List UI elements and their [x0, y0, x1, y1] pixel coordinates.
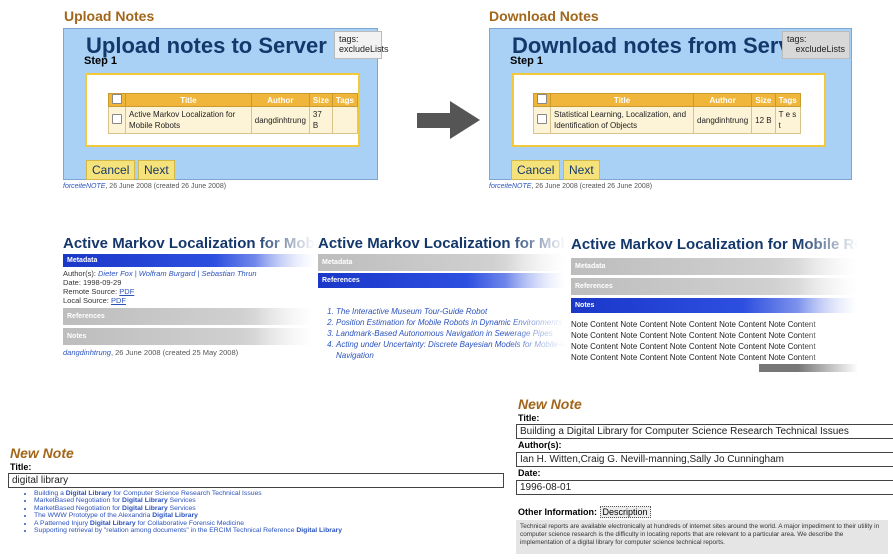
remote-source-label: Remote Source:	[63, 287, 120, 296]
col-tags[interactable]: Tags	[331, 93, 359, 107]
upload-tags-box: tags: excludeLists	[334, 31, 389, 59]
row-title: Active Markov Localization for Mobile Ro…	[125, 106, 252, 134]
row-author: dangdinhtrung	[250, 106, 310, 134]
cancel-button[interactable]: Cancel	[511, 160, 561, 180]
upload-section-title: Upload Notes	[64, 8, 155, 24]
footer-app-link[interactable]: forceiteNOTE	[489, 183, 531, 190]
fade-overlay	[255, 235, 315, 375]
fade-overlay	[798, 236, 858, 373]
col-title[interactable]: Title	[550, 93, 694, 107]
new-note-heading: New Note	[10, 445, 74, 461]
footer-user-link[interactable]: dangdinhtrung	[63, 348, 111, 357]
suggestion-item[interactable]: MarketBased Negotiation for Digital Libr…	[34, 505, 342, 512]
download-step-label: Step 1	[510, 55, 544, 67]
title-input[interactable]: digital library	[8, 473, 504, 488]
col-author[interactable]: Author	[692, 93, 753, 107]
authors-label: Author(s):	[63, 269, 99, 278]
select-all-cell[interactable]	[533, 93, 551, 107]
col-size[interactable]: Size	[751, 93, 776, 107]
paper-panel-metadata: Active Markov Localization for Mobile Ro…	[63, 235, 315, 375]
footer-app-link[interactable]: forceiteNOTE	[63, 183, 105, 190]
remote-pdf-link[interactable]: PDF	[119, 287, 134, 296]
footer-text: , 26 June 2008 (created 26 June 2008)	[531, 183, 653, 190]
other-info-label: Other Information:	[518, 507, 600, 517]
upload-file-table: Title Author Size Tags Active Markov Loc…	[108, 93, 359, 134]
table-row[interactable]: Active Markov Localization for Mobile Ro…	[108, 106, 359, 134]
row-size: 37 B	[308, 106, 333, 134]
tags-label: tags:	[787, 34, 807, 44]
tags-value: excludeLists	[795, 44, 845, 54]
upload-wizard: Upload notes to Server Step 1 tags: excl…	[63, 28, 389, 180]
col-tags[interactable]: Tags	[774, 93, 801, 107]
suggestion-item[interactable]: Supporting retrieval by "relation among …	[34, 527, 342, 534]
select-all-checkbox[interactable]	[537, 94, 547, 104]
row-checkbox[interactable]	[537, 113, 547, 124]
col-size[interactable]: Size	[308, 93, 333, 107]
description-textarea[interactable]: Technical reports are available electron…	[516, 520, 888, 554]
tags-label: tags:	[339, 34, 359, 44]
row-author: dangdinhtrung	[692, 106, 753, 134]
footer-text: , 26 June 2008 (created 25 May 2008)	[110, 348, 239, 357]
download-section-title: Download Notes	[489, 8, 599, 24]
row-size: 12 B	[751, 106, 776, 134]
col-title[interactable]: Title	[125, 93, 252, 107]
fade-overlay	[506, 235, 566, 375]
download-file-panel: Title Author Size Tags Statistical Learn…	[512, 73, 826, 147]
upload-heading: Upload notes to Server	[86, 33, 327, 58]
suggestion-item[interactable]: A Patterned Injury Digital Library for C…	[34, 520, 342, 527]
description-tab[interactable]: Description	[599, 506, 651, 518]
row-checkbox[interactable]	[112, 113, 122, 124]
suggestion-item[interactable]: Building a Digital Library for Computer …	[34, 490, 342, 497]
next-button[interactable]: Next	[563, 160, 600, 180]
download-heading: Download notes from Server	[512, 33, 812, 58]
row-title: Statistical Learning, Localization, and …	[550, 106, 694, 134]
date-label: Date:	[518, 468, 541, 478]
download-tags-box: tags: excludeLists	[782, 31, 850, 59]
authors-input[interactable]: Ian H. Witten,Craig G. Nevill-manning,Sa…	[516, 452, 893, 467]
row-tags: T e s t	[774, 106, 801, 134]
col-author[interactable]: Author	[250, 93, 310, 107]
new-note-heading: New Note	[518, 396, 582, 412]
paper-panel-references: Active Markov Localization for Mobile Ro…	[318, 235, 566, 375]
next-button[interactable]: Next	[138, 160, 175, 180]
suggestion-item[interactable]: MarketBased Negotiation for Digital Libr…	[34, 497, 342, 504]
paper-panel-notes: Active Markov Localization for Mobile Ro…	[571, 236, 858, 373]
title-input[interactable]: Building a Digital Library for Computer …	[516, 424, 893, 439]
upload-step-label: Step 1	[84, 55, 118, 67]
row-tags	[331, 106, 359, 134]
suggestion-item[interactable]: The WWW Prototype of the Alexandria Digi…	[34, 512, 342, 519]
title-label: Title:	[518, 413, 540, 423]
table-row[interactable]: Statistical Learning, Localization, and …	[533, 106, 801, 134]
arrow-head-icon	[450, 101, 480, 139]
tags-value: excludeLists	[339, 44, 389, 54]
download-footer: forceiteNOTE, 26 June 2008 (created 26 J…	[489, 183, 652, 190]
suggestion-list: Building a Digital Library for Computer …	[20, 490, 342, 534]
authors-links[interactable]: Dieter Fox | Wolfram Burgard | Sebastian…	[98, 269, 257, 278]
local-source-label: Local Source:	[63, 296, 111, 305]
select-all-checkbox[interactable]	[112, 94, 122, 104]
upload-footer: forceiteNOTE, 26 June 2008 (created 26 J…	[63, 183, 226, 190]
select-all-cell[interactable]	[108, 93, 126, 107]
footer-text: , 26 June 2008 (created 26 June 2008)	[105, 183, 227, 190]
upload-file-panel: Title Author Size Tags Active Markov Loc…	[85, 73, 360, 147]
date-input[interactable]: 1996-08-01	[516, 480, 893, 495]
download-file-table: Title Author Size Tags Statistical Learn…	[533, 93, 801, 134]
other-info-row: Other Information: Description	[518, 506, 651, 518]
cancel-button[interactable]: Cancel	[86, 160, 136, 180]
authors-label: Author(s):	[518, 440, 562, 450]
title-label: Title:	[10, 462, 32, 472]
local-pdf-link[interactable]: PDF	[111, 296, 126, 305]
download-wizard: Download notes from Server Step 1 tags: …	[489, 28, 852, 180]
